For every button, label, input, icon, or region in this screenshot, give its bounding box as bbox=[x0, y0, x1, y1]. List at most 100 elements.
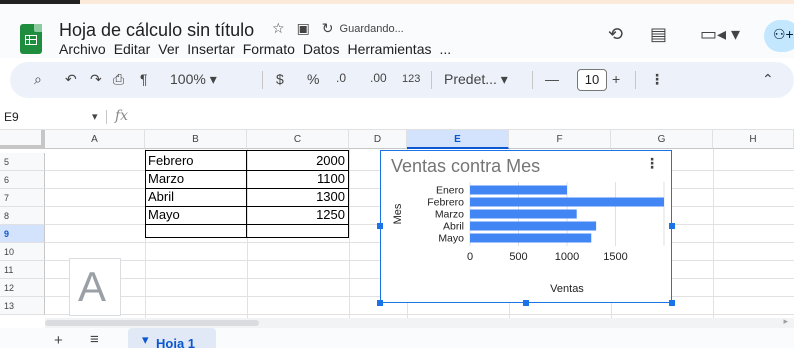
percent-format-button[interactable]: % bbox=[307, 71, 319, 87]
comment-icon[interactable]: ▤ bbox=[650, 24, 667, 45]
menu-ver[interactable]: Ver bbox=[158, 41, 179, 57]
menu-archivo[interactable]: Archivo bbox=[59, 41, 106, 57]
bar-mayo bbox=[470, 233, 592, 243]
more-options-icon[interactable]: ⋮ bbox=[650, 71, 664, 88]
column-header-h[interactable]: H bbox=[713, 130, 794, 149]
sheets-logo-icon[interactable] bbox=[20, 24, 42, 54]
menu-more[interactable]: ... bbox=[439, 41, 451, 57]
select-all-corner[interactable] bbox=[0, 130, 45, 149]
resize-handle-bottom[interactable] bbox=[523, 300, 529, 306]
column-header-a[interactable]: A bbox=[45, 130, 145, 149]
cell-month[interactable]: Abril bbox=[148, 188, 244, 206]
resize-handle-bottom-right[interactable] bbox=[669, 300, 675, 306]
sheet-tab-label: Hoja 1 bbox=[156, 336, 196, 348]
category-label: Marzo bbox=[435, 209, 464, 221]
category-label: Mayo bbox=[438, 233, 464, 245]
scrollbar-thumb[interactable] bbox=[45, 320, 259, 326]
bar-abril bbox=[470, 221, 597, 231]
print-icon[interactable]: ⎙ bbox=[113, 71, 124, 88]
resize-handle-bottom-left[interactable] bbox=[377, 300, 383, 306]
redo-icon[interactable]: ↷ bbox=[90, 71, 102, 88]
y-axis-label: Mes bbox=[392, 203, 404, 224]
increase-font-size-button[interactable]: + bbox=[612, 71, 620, 87]
column-header-b[interactable]: B bbox=[145, 130, 247, 149]
meet-icon[interactable]: ▭◂ ▾ bbox=[700, 24, 740, 45]
row-header-6[interactable]: 6 bbox=[0, 171, 45, 189]
row-header-9[interactable]: 9 bbox=[0, 225, 45, 243]
category-label: Febrero bbox=[427, 197, 464, 209]
search-menus-icon[interactable]: ⌕ bbox=[34, 71, 42, 88]
function-icon: fx bbox=[115, 108, 129, 124]
all-sheets-icon[interactable]: ≡ bbox=[90, 331, 99, 348]
history-icon[interactable]: ⟲ bbox=[608, 24, 623, 45]
sheet-bar: + ≡ Hoja 1 ▾ bbox=[0, 328, 794, 348]
bar-febrero bbox=[470, 197, 664, 207]
more-formats-button[interactable]: 123 bbox=[402, 73, 420, 85]
x-tick-label: 0 bbox=[467, 251, 473, 263]
paint-format-icon[interactable]: ¶ bbox=[140, 71, 148, 87]
resize-handle-right[interactable] bbox=[669, 223, 675, 229]
add-sheet-icon[interactable]: + bbox=[54, 332, 63, 348]
horizontal-scrollbar[interactable]: ▸ bbox=[45, 316, 794, 328]
move-to-folder-icon[interactable]: ▣ bbox=[297, 20, 310, 37]
name-box[interactable]: E9 bbox=[4, 110, 19, 124]
document-title[interactable]: Hoja de cálculo sin título bbox=[59, 20, 254, 41]
currency-format-button[interactable]: $ bbox=[276, 71, 284, 87]
cell-sales[interactable]: 1100 bbox=[249, 170, 345, 188]
increase-decimals-button[interactable]: .00 bbox=[370, 71, 387, 85]
category-label: Abril bbox=[443, 221, 464, 233]
x-tick-label: 1000 bbox=[555, 251, 579, 263]
cell-sales[interactable]: 1250 bbox=[249, 206, 345, 224]
collapse-menus-icon[interactable]: ⌃ bbox=[762, 71, 774, 88]
floating-image-letter: A bbox=[78, 263, 107, 310]
menu-insertar[interactable]: Insertar bbox=[187, 41, 234, 57]
app-header: Hoja de cálculo sin título ☆ ▣ ↻ Guardan… bbox=[0, 4, 794, 58]
row-header-13[interactable]: 13 bbox=[0, 297, 45, 315]
sheet-tab[interactable]: Hoja 1 ▾ bbox=[128, 328, 216, 348]
column-header-c[interactable]: C bbox=[247, 130, 349, 149]
x-tick-label: 500 bbox=[509, 251, 527, 263]
decrease-font-size-button[interactable]: — bbox=[545, 71, 559, 87]
star-icon[interactable]: ☆ bbox=[272, 20, 285, 37]
row-header-5[interactable]: 5 bbox=[0, 153, 45, 171]
bar-enero bbox=[470, 185, 567, 195]
column-header-g[interactable]: G bbox=[611, 130, 713, 149]
undo-icon[interactable]: ↶ bbox=[65, 71, 77, 88]
resize-handle-left[interactable] bbox=[377, 223, 383, 229]
menu-editar[interactable]: Editar bbox=[114, 41, 151, 57]
cell-month[interactable]: Febrero bbox=[148, 152, 244, 170]
share-button[interactable]: ⚇+ bbox=[764, 20, 794, 52]
scroll-right-icon[interactable]: ▸ bbox=[783, 316, 788, 327]
font-value: Predet... bbox=[444, 71, 497, 87]
bar-marzo bbox=[470, 209, 577, 219]
row-header-7[interactable]: 7 bbox=[0, 189, 45, 207]
chart-plot: EneroFebreroMarzoAbrilMayo0 500 1000 1500 Ve… bbox=[392, 182, 665, 295]
floating-image[interactable]: A bbox=[69, 258, 121, 316]
cell-month[interactable]: Marzo bbox=[148, 170, 244, 188]
menu-datos[interactable]: Datos bbox=[303, 41, 340, 57]
formula-bar: E9 ▾ fx bbox=[0, 104, 794, 130]
decrease-decimals-button[interactable]: .0 bbox=[336, 71, 346, 85]
row-header-10[interactable]: 10 bbox=[0, 243, 45, 261]
font-size-input[interactable]: 10 bbox=[577, 69, 607, 91]
category-label: Enero bbox=[436, 185, 464, 197]
x-axis-label: Ventas bbox=[550, 283, 584, 295]
row-header-12[interactable]: 12 bbox=[0, 279, 45, 297]
row-header-11[interactable]: 11 bbox=[0, 261, 45, 279]
menu-formato[interactable]: Formato bbox=[243, 41, 295, 57]
column-header-f[interactable]: F bbox=[509, 130, 611, 149]
bar-chart[interactable]: Ventas contra Mes ⋮ Enero Febrero Marzo Abr… bbox=[380, 150, 672, 303]
cell-month[interactable]: Mayo bbox=[148, 206, 244, 224]
cell-sales[interactable]: 2000 bbox=[249, 152, 345, 170]
column-header-e[interactable]: E bbox=[407, 130, 509, 149]
zoom-value: 100% bbox=[170, 71, 206, 87]
menu-herramientas[interactable]: Herramientas bbox=[347, 41, 431, 57]
row-header-8[interactable]: 8 bbox=[0, 207, 45, 225]
chevron-down-icon[interactable]: ▾ bbox=[92, 110, 98, 123]
zoom-select[interactable]: 100% ▾ bbox=[170, 71, 217, 88]
column-header-d[interactable]: D bbox=[349, 130, 407, 149]
save-status: Guardando... bbox=[339, 22, 404, 35]
cloud-sync-icon[interactable]: ↻ bbox=[322, 20, 334, 37]
cell-sales[interactable]: 1300 bbox=[249, 188, 345, 206]
font-select[interactable]: Predet... ▾ bbox=[444, 71, 508, 88]
